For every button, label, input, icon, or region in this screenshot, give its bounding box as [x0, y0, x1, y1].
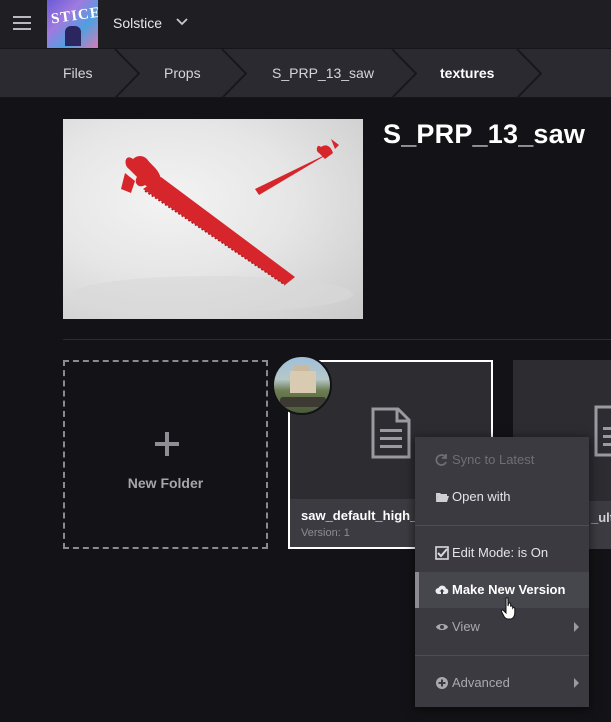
menu-separator [415, 655, 589, 656]
eye-icon [436, 624, 448, 630]
chevron-down-icon[interactable] [175, 15, 189, 29]
avatar [272, 355, 332, 415]
new-folder-label: New Folder [127, 475, 204, 491]
file-name: saw_default_high_ [301, 508, 418, 523]
context-menu: Sync to Latest Open with Edit Mode: is O… [415, 437, 589, 707]
breadcrumb-separator [221, 49, 248, 98]
menu-item-label: Edit Mode: is On [452, 545, 549, 560]
cloud-upload-icon [435, 585, 449, 594]
hand-cursor-icon [500, 597, 516, 620]
folder-open-icon [436, 493, 449, 502]
menu-item-advanced[interactable]: Advanced [415, 665, 589, 701]
menu-item-label: Advanced [452, 675, 510, 690]
submenu-arrow-icon [574, 678, 579, 688]
file-version: Version: 1 [301, 527, 350, 539]
avatar-building [290, 371, 316, 393]
breadcrumb-separator [391, 49, 418, 98]
menu-item-sync-to-latest[interactable]: Sync to Latest [415, 442, 589, 478]
avatar-people [280, 397, 326, 407]
top-bar: STICE Solstice [0, 0, 611, 48]
breadcrumb-item-props[interactable]: Props [164, 49, 201, 98]
menu-item-label: Open with [452, 489, 511, 504]
breadcrumb-item-textures[interactable]: textures [440, 49, 494, 98]
submenu-arrow-icon [574, 622, 579, 632]
breadcrumb: Files Props S_PRP_13_saw textures [0, 48, 611, 98]
menu-item-label: Sync to Latest [452, 452, 535, 467]
file-name: _ult_ [591, 510, 611, 525]
menu-item-label: View [452, 619, 480, 634]
plus-icon [155, 432, 179, 456]
new-folder-button[interactable]: New Folder [63, 360, 268, 549]
hamburger-menu-icon[interactable] [13, 16, 31, 30]
plus-circle-icon [436, 677, 448, 689]
menu-item-open-with[interactable]: Open with [415, 479, 589, 515]
checkbox-checked-icon [435, 546, 449, 560]
project-thumbnail[interactable]: STICE [47, 0, 98, 48]
document-icon [371, 407, 411, 459]
page-title: S_PRP_13_saw [383, 119, 586, 149]
menu-item-edit-mode[interactable]: Edit Mode: is On [415, 535, 589, 571]
asset-preview-image [63, 119, 363, 319]
project-thumbnail-text: STICE [50, 4, 98, 28]
breadcrumb-item-asset[interactable]: S_PRP_13_saw [272, 49, 374, 98]
breadcrumb-separator [114, 49, 141, 98]
menu-separator [415, 525, 589, 526]
section-divider [63, 339, 611, 340]
breadcrumb-separator [516, 49, 543, 98]
project-thumbnail-figure [65, 26, 81, 46]
document-icon [594, 405, 611, 457]
breadcrumb-item-files[interactable]: Files [63, 49, 93, 98]
sync-icon [435, 454, 447, 466]
project-name[interactable]: Solstice [113, 15, 162, 31]
saw-render [73, 139, 353, 312]
